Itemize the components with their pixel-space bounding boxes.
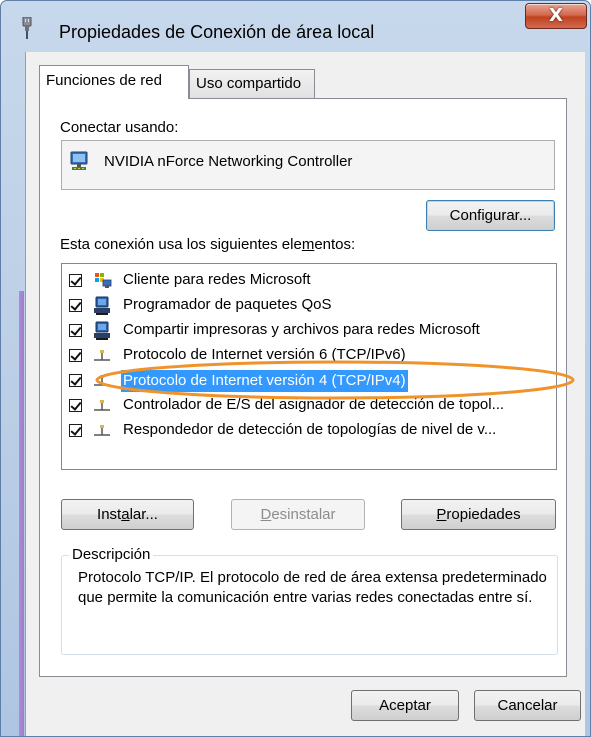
network-service-icon <box>94 321 110 340</box>
components-label: Esta conexión usa los siguientes element… <box>60 236 355 253</box>
list-item[interactable]: Compartir impresoras y archivos para red… <box>62 320 556 344</box>
network-client-icon <box>95 273 112 288</box>
description-text: Protocolo TCP/IP. El protocolo de red de… <box>78 569 547 606</box>
list-item[interactable]: Protocolo de Internet versión 6 (TCP/IPv… <box>62 345 556 369</box>
components-label-start: Esta conexión usa los siguientes ele <box>60 236 302 253</box>
list-item[interactable]: Respondedor de detección de topologías d… <box>62 420 556 444</box>
components-label-mnemonic: m <box>301 236 315 253</box>
list-item[interactable]: Programador de paquetes QoS <box>62 295 556 319</box>
background-window-edge <box>19 291 24 736</box>
close-button[interactable]: X <box>525 3 587 29</box>
network-protocol-icon <box>94 400 110 411</box>
title-bar[interactable]: Propiedades de Conexión de área local X <box>1 1 590 45</box>
install-label-start: Inst <box>97 506 122 523</box>
cancel-button-label: Cancelar <box>497 697 558 714</box>
list-item[interactable]: Controlador de E/S del asignador de dete… <box>62 395 556 419</box>
properties-label-mnemonic: P <box>436 506 447 523</box>
adapter-name: NVIDIA nForce Networking Controller <box>104 153 353 170</box>
network-service-icon <box>94 296 110 315</box>
uninstall-label-mnemonic: D <box>260 506 272 523</box>
network-adapter-icon <box>70 151 88 170</box>
properties-label-end: ropiedades <box>446 506 521 523</box>
uninstall-button[interactable]: Desinstalar <box>231 499 365 530</box>
tab-uso-compartido[interactable]: Uso compartido <box>189 69 315 98</box>
uninstall-label-end: esinstalar <box>271 506 336 523</box>
connect-using-label: Conectar usando: <box>60 119 179 136</box>
ok-button[interactable]: Aceptar <box>351 690 459 721</box>
list-item-label: Protocolo de Internet versión 4 (TCP/IPv… <box>121 370 408 392</box>
ok-button-label: Aceptar <box>379 697 431 714</box>
description-group: Descripción Protocolo TCP/IP. El protoco… <box>61 546 558 655</box>
list-item-label: Compartir impresoras y archivos para red… <box>123 321 480 338</box>
install-label-mnemonic: a <box>121 506 130 523</box>
network-protocol-icon <box>94 350 110 361</box>
list-item-label: Protocolo de Internet versión 6 (TCP/IPv… <box>123 346 406 363</box>
tab-funciones-de-red[interactable]: Funciones de red <box>39 65 189 99</box>
list-item-label: Controlador de E/S del asignador de dete… <box>123 396 505 413</box>
network-protocol-icon <box>94 425 110 436</box>
description-title: Descripción <box>69 546 154 563</box>
cancel-button[interactable]: Cancelar <box>474 690 581 721</box>
list-item-label: Programador de paquetes QoS <box>123 296 332 313</box>
window-title: Propiedades de Conexión de área local <box>59 22 375 42</box>
configure-button[interactable]: Configurar... <box>426 200 555 231</box>
properties-dialog: Propiedades de Conexión de área local X … <box>0 0 591 737</box>
list-item[interactable]: Protocolo de Internet versión 4 (TCP/IPv… <box>62 370 556 394</box>
list-item-label: Respondedor de detección de topologías d… <box>123 421 497 438</box>
properties-button[interactable]: Propiedades <box>401 499 556 530</box>
list-item-label: Cliente para redes Microsoft <box>123 271 311 288</box>
configure-button-label: Configurar... <box>449 207 532 224</box>
checkbox[interactable] <box>69 374 82 387</box>
checkbox[interactable] <box>69 299 82 312</box>
components-list[interactable]: Cliente para redes Microsoft Programador… <box>61 263 557 470</box>
checkbox[interactable] <box>69 424 82 437</box>
network-cable-icon <box>22 17 32 39</box>
checkbox[interactable] <box>69 399 82 412</box>
install-label-end: lar... <box>129 506 158 523</box>
install-button[interactable]: Instalar... <box>61 499 194 530</box>
close-icon: X <box>549 5 563 26</box>
adapter-field: NVIDIA nForce Networking Controller <box>61 140 555 190</box>
checkbox[interactable] <box>69 274 82 287</box>
checkbox[interactable] <box>69 349 82 362</box>
checkbox[interactable] <box>69 324 82 337</box>
components-label-end: entos: <box>314 236 356 253</box>
network-protocol-icon <box>94 375 110 386</box>
list-item[interactable]: Cliente para redes Microsoft <box>62 270 556 294</box>
